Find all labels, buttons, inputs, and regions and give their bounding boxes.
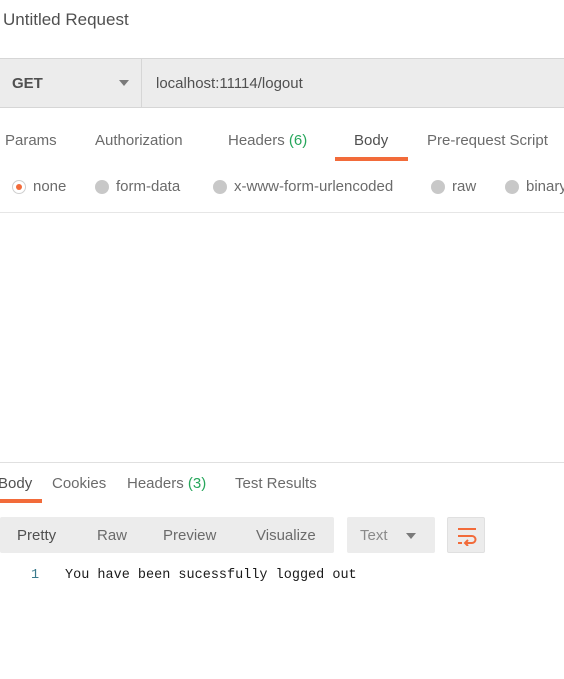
postman-request-view: Untitled Request GET Params Authorizatio… <box>0 0 564 679</box>
tab-headers-label: Headers <box>228 132 285 149</box>
tab-authorization[interactable]: Authorization <box>95 132 183 149</box>
url-input[interactable] <box>143 59 564 107</box>
line-number: 1 <box>31 568 40 583</box>
response-headers-count-badge: (3) <box>187 475 207 492</box>
headers-count-badge: (6) <box>288 132 308 149</box>
response-tab-test-results[interactable]: Test Results <box>235 475 317 492</box>
wrap-lines-button[interactable] <box>447 517 485 553</box>
wrap-lines-icon <box>458 528 477 546</box>
response-tab-body[interactable]: Body <box>0 475 32 492</box>
url-bar: GET <box>0 58 564 108</box>
divider <box>0 212 564 213</box>
active-response-tab-indicator <box>0 499 42 503</box>
tab-params[interactable]: Params <box>5 132 57 149</box>
method-label: GET <box>12 75 43 92</box>
radio-selected-icon <box>12 180 26 194</box>
chevron-down-icon <box>119 80 129 86</box>
view-mode-pretty[interactable]: Pretty <box>17 527 56 544</box>
response-tab-headers[interactable]: Headers (3) <box>127 475 206 492</box>
response-tab-cookies[interactable]: Cookies <box>52 475 106 492</box>
radio-raw-label: raw <box>452 178 477 195</box>
code-line: You have been sucessfully logged out <box>65 568 357 583</box>
radio-icon <box>505 180 519 194</box>
tab-headers[interactable]: Headers (6) <box>228 132 307 149</box>
radio-icon <box>213 180 227 194</box>
method-select[interactable]: GET <box>0 59 142 107</box>
view-mode-raw[interactable]: Raw <box>97 527 127 544</box>
view-mode-group: Pretty Raw Preview Visualize <box>0 517 334 553</box>
radio-none-label: none <box>33 178 67 195</box>
radio-icon <box>431 180 445 194</box>
response-tab-headers-label: Headers <box>127 475 184 492</box>
radio-urlencoded-label: x-www-form-urlencoded <box>234 178 394 195</box>
request-title[interactable]: Untitled Request <box>3 10 129 30</box>
view-mode-visualize[interactable]: Visualize <box>256 527 316 544</box>
format-label: Text <box>360 527 388 544</box>
view-mode-preview[interactable]: Preview <box>163 527 216 544</box>
radio-binary-label: binary <box>526 178 564 195</box>
chevron-down-icon <box>406 533 416 539</box>
radio-icon <box>95 180 109 194</box>
response-tabs: Body Cookies Headers (3) Test Results <box>0 466 564 506</box>
active-tab-indicator <box>335 157 408 161</box>
response-divider[interactable] <box>0 462 564 463</box>
format-select[interactable]: Text <box>347 517 435 553</box>
tab-pre-request-script[interactable]: Pre-request Script <box>427 132 548 149</box>
body-type-options: none form-data x-www-form-urlencoded raw… <box>0 170 564 206</box>
request-tabs: Params Authorization Headers (6) Body Pr… <box>0 122 564 164</box>
response-body-editor[interactable]: 1 You have been sucessfully logged out <box>0 566 564 586</box>
tab-body[interactable]: Body <box>354 132 388 149</box>
radio-form-data-label: form-data <box>116 178 181 195</box>
